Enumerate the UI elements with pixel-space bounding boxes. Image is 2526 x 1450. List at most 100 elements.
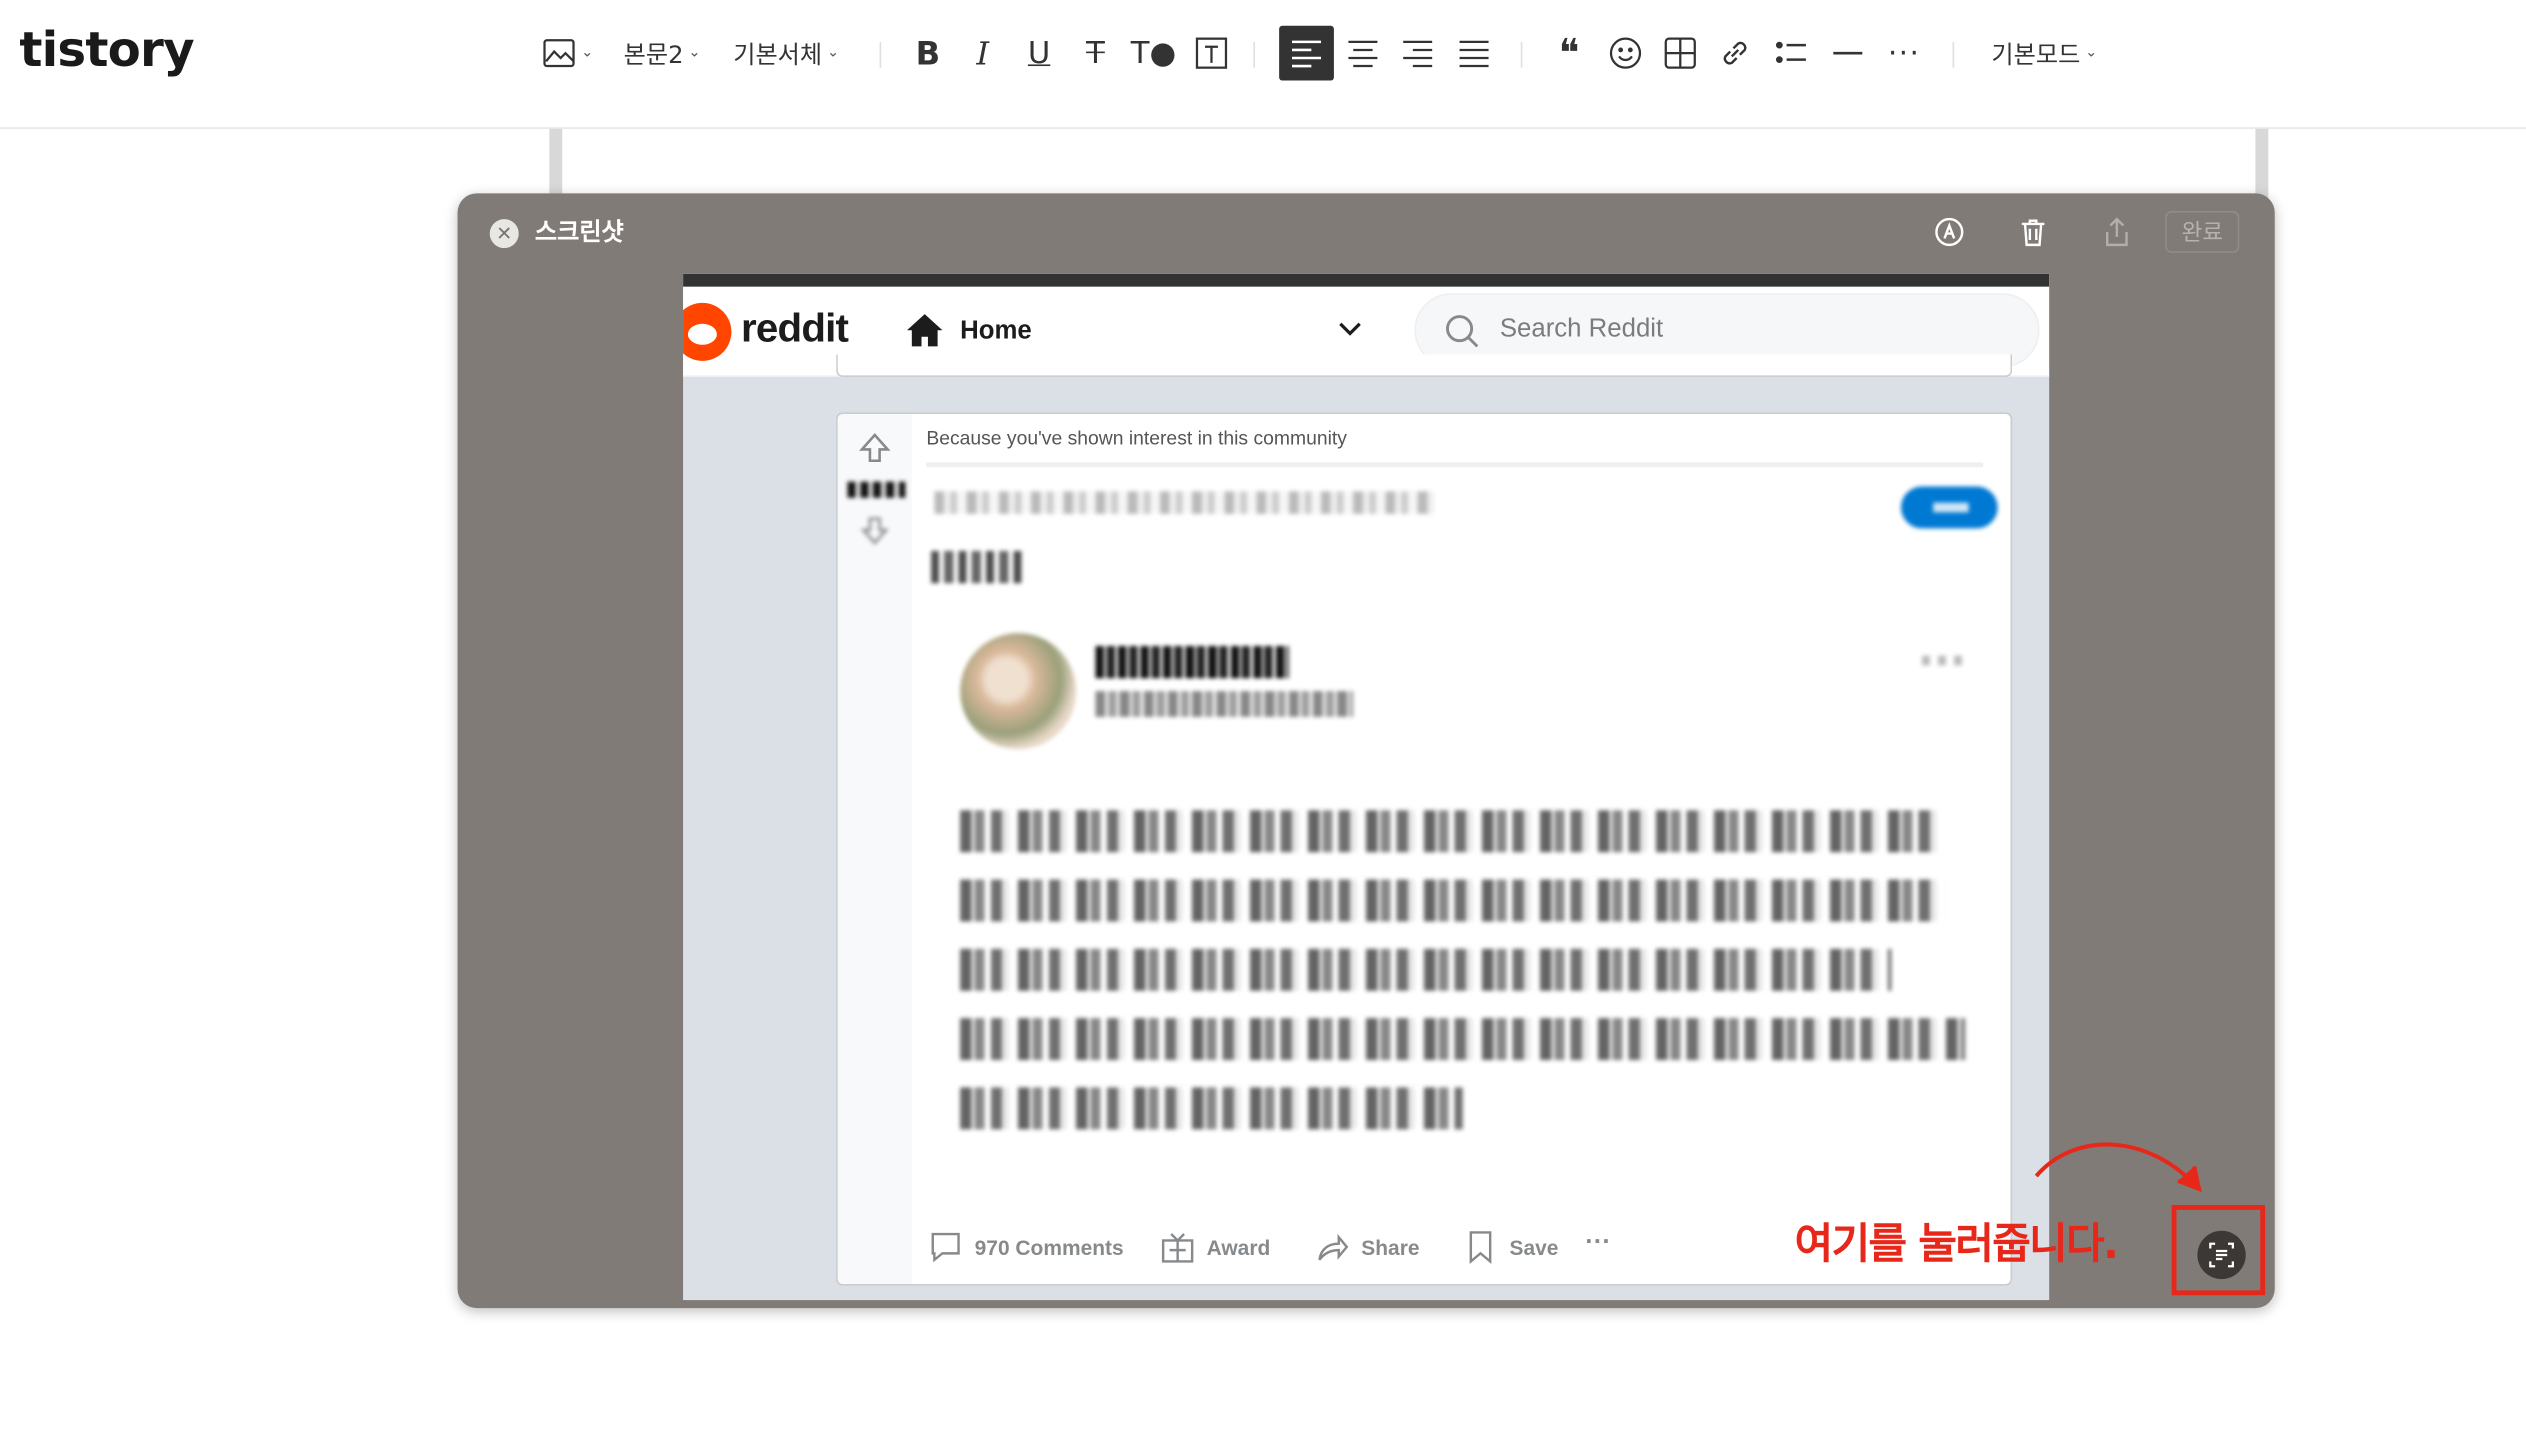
chevron-down-icon: ⌄ [2085,45,2098,62]
emoji-button[interactable] [1600,26,1652,81]
text-recognition-button[interactable] [2197,1230,2246,1280]
text-background-icon [1195,37,1228,69]
link-icon [1723,41,1747,65]
quote-icon: ❝ [1558,30,1580,76]
tweet-more-icon [1921,655,1971,666]
align-left-button[interactable] [1279,25,1334,81]
quote-button[interactable]: ❝ [1543,26,1595,81]
home-nav-label: Home [960,317,1032,345]
share-icon [2105,217,2128,247]
tistory-logo[interactable]: tistory [19,23,194,79]
join-button [1900,486,1998,529]
content-edge-right [2255,128,2269,202]
bold-icon: B [915,33,941,73]
image-icon [542,39,575,68]
editor-page: tistory ⌄ 본문2 ⌄ 기본서체 ⌄ B I U T T● ❝ ··· … [0,0,2526,1450]
align-center-button[interactable] [1337,26,1389,81]
modal-title: 스크린샷 [534,217,624,247]
close-icon[interactable]: ✕ [489,219,519,249]
list-icon [1775,41,1806,63]
done-button[interactable]: 완료 [2165,211,2240,253]
align-center-icon [1348,40,1378,68]
strikethrough-button[interactable]: T [1070,26,1122,81]
underline-icon: U [1027,35,1051,71]
tweet-text-line-blurred [960,948,1892,991]
emoji-icon [1609,37,1642,69]
text-color-icon: T● [1130,35,1177,71]
live-text-icon [2209,1242,2234,1268]
gift-icon [1161,1233,1194,1263]
share-button[interactable] [2098,213,2137,252]
recommendation-reason: Because you've shown interest in this co… [926,426,1347,450]
tweet-text-line-blurred [960,810,1940,853]
tweet-avatar [960,633,1077,750]
comment-icon [931,1232,960,1263]
editor-toolbar: tistory ⌄ 본문2 ⌄ 기본서체 ⌄ B I U T T● ❝ ··· … [0,0,2526,129]
vote-column [837,414,912,1284]
table-icon [1664,37,1696,69]
divider-button[interactable] [1822,26,1874,81]
upvote-icon [859,433,891,463]
share-label: Share [1361,1234,1420,1259]
chevron-down-icon [1339,322,1361,336]
toolbar-divider [1253,41,1255,68]
delete-button[interactable] [2014,213,2053,252]
table-button[interactable] [1654,26,1706,81]
save-action: Save [1463,1229,1559,1264]
italic-icon: I [976,33,990,73]
previous-post-card [836,354,2013,377]
align-right-button[interactable] [1392,26,1444,81]
save-label: Save [1509,1234,1559,1259]
text-background-button[interactable] [1187,26,1235,81]
strikethrough-icon: T [1086,35,1105,71]
italic-button[interactable]: I [957,26,1009,81]
award-action: Award [1160,1229,1270,1264]
vote-count [847,481,906,498]
toolbar-divider [1952,41,1955,68]
align-justify-button[interactable] [1448,26,1500,81]
more-button[interactable]: ··· [1878,26,1930,81]
comments-action: 970 Comments [928,1229,1124,1264]
markup-button[interactable] [1930,213,1969,252]
tweet-author-name-blurred [1095,646,1289,679]
tweet-text-line-blurred [960,1018,1966,1061]
captured-topbar [683,273,2050,287]
reddit-alien-icon [683,302,732,361]
more-icon: ··· [1887,36,1921,71]
home-icon [906,314,943,347]
post-title-blurred [931,550,1025,584]
reason-divider [926,462,1984,468]
search-icon [1446,315,1479,348]
paragraph-style-label: 본문2 [623,39,684,69]
bold-button[interactable]: B [902,26,954,81]
search-placeholder: Search Reddit [1499,315,1664,344]
content-edge-left [549,128,563,202]
insert-image-button[interactable]: ⌄ [538,26,596,81]
downvote-icon [860,517,889,545]
trash-icon [2021,219,2045,247]
annotation-text: 여기를 눌러줍니다. [1794,1221,2119,1270]
toolbar-divider [879,41,882,68]
award-label: Award [1206,1234,1271,1259]
link-button[interactable] [1709,26,1761,81]
post-meta-blurred [934,491,1434,514]
font-label: 기본서체 [733,39,823,69]
align-justify-icon [1459,40,1489,68]
mode-label: 기본모드 [1991,39,2081,69]
paragraph-style-dropdown[interactable]: 본문2 ⌄ [619,26,706,81]
markup-pen-icon [1935,217,1964,247]
underline-button[interactable]: U [1013,26,1065,81]
chevron-down-icon: ⌄ [688,45,701,62]
divider-icon [1833,51,1863,55]
toolbar-divider [1520,41,1523,68]
more-options-icon: ··· [1585,1229,1611,1257]
screenshot-modal: ✕ 스크린샷 완료 reddit Home Search Reddit Beca… [457,193,2275,1309]
font-dropdown[interactable]: 기본서체 ⌄ [728,26,844,81]
align-left-icon [1292,40,1322,68]
mode-dropdown[interactable]: 기본모드 ⌄ [1985,26,2104,81]
bookmark-icon [1469,1231,1492,1264]
text-color-button[interactable]: T● [1126,26,1181,81]
list-button[interactable] [1766,26,1818,81]
tweet-author-handle-blurred [1095,691,1354,717]
share-arrow-icon [1318,1233,1349,1261]
